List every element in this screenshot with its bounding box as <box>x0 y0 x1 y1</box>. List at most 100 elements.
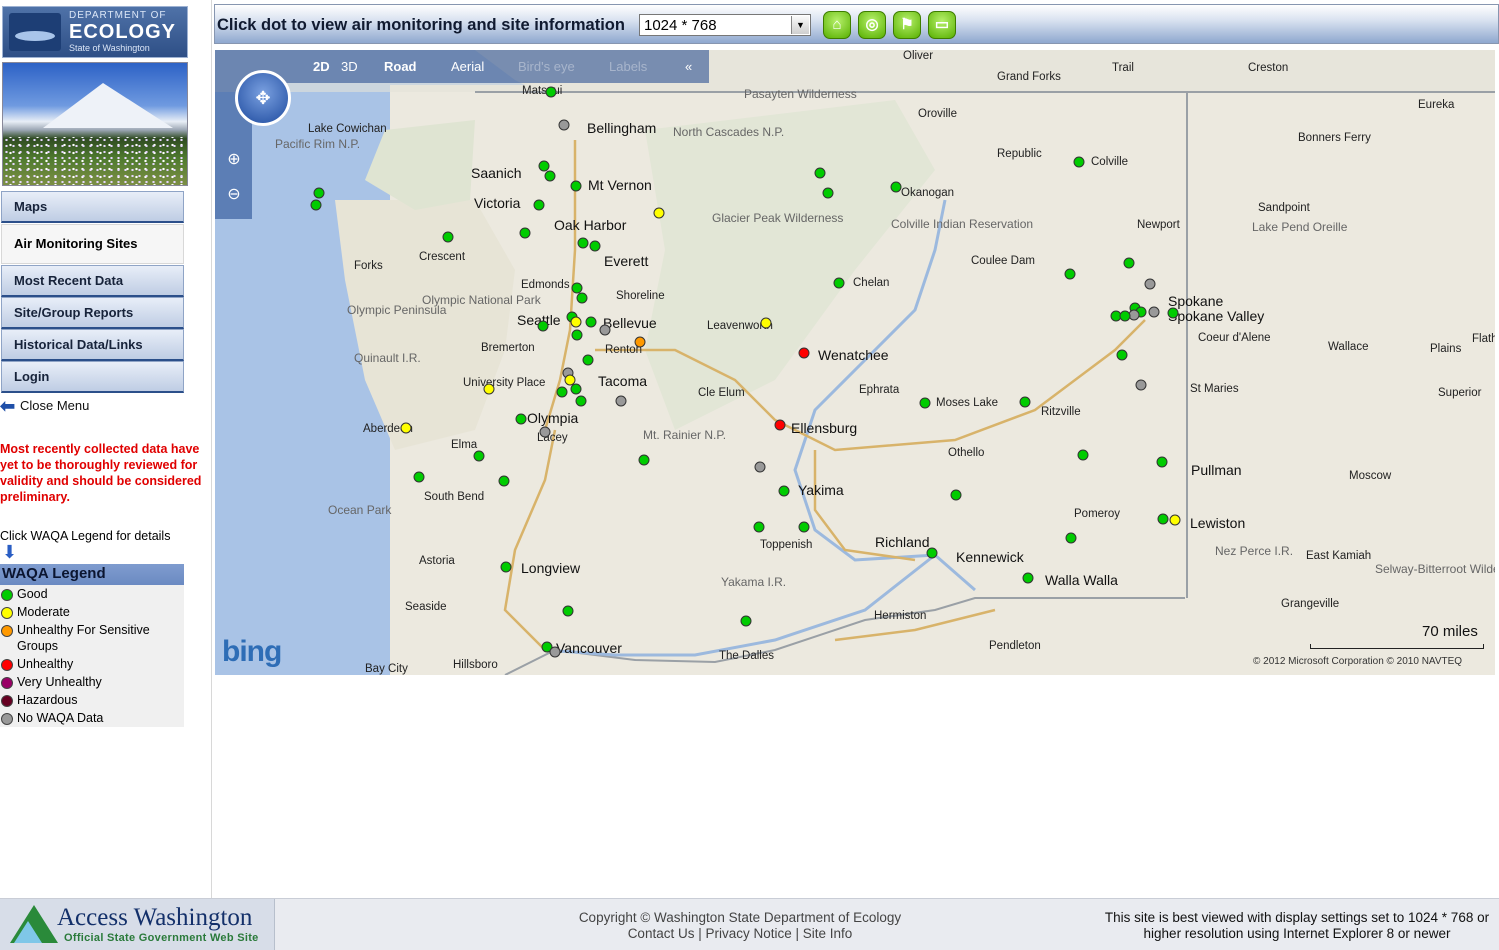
menu-item-air-monitoring-sites[interactable]: Air Monitoring Sites <box>1 224 184 264</box>
menu-item-login[interactable]: Login <box>1 361 184 393</box>
view-labels-button[interactable]: Labels <box>609 59 647 74</box>
monitoring-site-dot[interactable] <box>545 86 557 98</box>
monitoring-site-dot[interactable] <box>533 199 545 211</box>
monitoring-site-dot[interactable] <box>740 615 752 627</box>
collapse-nav-button[interactable]: « <box>685 59 692 74</box>
menu-item-most-recent-data[interactable]: Most Recent Data <box>1 265 184 297</box>
menu-item-site-group-reports[interactable]: Site/Group Reports <box>1 297 184 329</box>
access-washington-logo[interactable]: Access Washington Official State Governm… <box>0 899 275 950</box>
monitoring-site-dot[interactable] <box>890 181 902 193</box>
monitoring-site-dot[interactable] <box>473 450 485 462</box>
monitoring-site-dot[interactable] <box>950 489 962 501</box>
zoom-in-button[interactable]: ⊕ <box>224 150 244 170</box>
view-2d-button[interactable]: 2D <box>313 59 330 74</box>
monitoring-site-dot[interactable] <box>1167 307 1179 319</box>
menu-item-historical-data-links[interactable]: Historical Data/Links <box>1 329 184 361</box>
site-info-link[interactable]: Site Info <box>803 926 853 941</box>
monitoring-site-dot[interactable] <box>760 317 772 329</box>
monitoring-site-dot[interactable] <box>1156 456 1168 468</box>
monitoring-site-dot[interactable] <box>577 237 589 249</box>
monitoring-site-dot[interactable] <box>544 170 556 182</box>
map-city-label: Everett <box>604 253 649 269</box>
monitoring-site-dot[interactable] <box>754 461 766 473</box>
monitoring-site-dot[interactable] <box>310 199 322 211</box>
monitoring-site-dot[interactable] <box>1116 349 1128 361</box>
monitoring-site-dot[interactable] <box>638 454 650 466</box>
monitoring-site-dot[interactable] <box>570 180 582 192</box>
monitoring-site-dot[interactable] <box>537 320 549 332</box>
monitoring-site-dot[interactable] <box>570 316 582 328</box>
monitoring-site-dot[interactable] <box>575 395 587 407</box>
contact-us-link[interactable]: Contact Us <box>628 926 695 941</box>
view-3d-button[interactable]: 3D <box>341 59 358 74</box>
view-aerial-button[interactable]: Aerial <box>451 59 484 74</box>
flag-button[interactable]: ⚑ <box>893 11 921 39</box>
map-place-label: Lake Pend Oreille <box>1252 220 1348 234</box>
close-menu-button[interactable]: ⬅ Close Menu <box>0 396 89 417</box>
monitoring-site-dot[interactable] <box>1022 572 1034 584</box>
monitoring-site-dot[interactable] <box>558 119 570 131</box>
ecology-logo[interactable]: DEPARTMENT OF ECOLOGY State of Washingto… <box>2 6 188 58</box>
monitoring-site-dot[interactable] <box>615 395 627 407</box>
monitoring-site-dot[interactable] <box>774 419 786 431</box>
monitoring-site-dot[interactable] <box>798 347 810 359</box>
monitoring-site-dot[interactable] <box>519 227 531 239</box>
monitoring-site-dot[interactable] <box>653 207 665 219</box>
monitoring-site-dot[interactable] <box>1065 532 1077 544</box>
monitoring-site-dot[interactable] <box>919 397 931 409</box>
monitoring-site-dot[interactable] <box>589 240 601 252</box>
monitoring-site-dot[interactable] <box>1144 278 1156 290</box>
monitoring-site-dot[interactable] <box>833 277 845 289</box>
monitoring-site-dot[interactable] <box>599 324 611 336</box>
globe-button[interactable]: ◎ <box>858 11 886 39</box>
monitoring-site-dot[interactable] <box>400 422 412 434</box>
monitoring-site-dot[interactable] <box>313 187 325 199</box>
monitoring-site-dot[interactable] <box>1123 257 1135 269</box>
zoom-out-button[interactable]: ⊖ <box>224 185 244 205</box>
monitoring-site-dot[interactable] <box>498 475 510 487</box>
view-birds-eye-button[interactable]: Bird's eye <box>518 59 575 74</box>
map-place-label: Wallace <box>1328 341 1369 353</box>
monitoring-site-dot[interactable] <box>483 383 495 395</box>
monitoring-site-dot[interactable] <box>556 386 568 398</box>
monitoring-site-dot[interactable] <box>1064 268 1076 280</box>
privacy-notice-link[interactable]: Privacy Notice <box>705 926 791 941</box>
monitoring-site-dot[interactable] <box>822 187 834 199</box>
air-monitoring-map[interactable]: Bellingham Mt Vernon Saanich Victoria Oak Ha… <box>215 50 1495 675</box>
monitoring-site-dot[interactable] <box>515 413 527 425</box>
monitoring-site-dot[interactable] <box>585 316 597 328</box>
monitoring-site-dot[interactable] <box>582 354 594 366</box>
menu-item-maps[interactable]: Maps <box>1 191 184 223</box>
monitoring-site-dot[interactable] <box>413 471 425 483</box>
monitoring-site-dot[interactable] <box>570 383 582 395</box>
monitoring-site-dot[interactable] <box>798 521 810 533</box>
monitoring-site-dot[interactable] <box>549 646 561 658</box>
monitoring-site-dot[interactable] <box>442 231 454 243</box>
monitoring-site-dot[interactable] <box>539 426 551 438</box>
monitoring-site-dot[interactable] <box>1169 514 1181 526</box>
monitoring-site-dot[interactable] <box>1148 306 1160 318</box>
pan-control[interactable]: ✥ <box>235 70 291 126</box>
monitoring-site-dot[interactable] <box>576 292 588 304</box>
monitoring-site-dot[interactable] <box>1019 396 1031 408</box>
chevron-down-icon[interactable]: ▼ <box>791 16 809 34</box>
comment-icon: ▭ <box>934 16 950 33</box>
comment-button[interactable]: ▭ <box>928 11 956 39</box>
monitoring-site-dot[interactable] <box>634 336 646 348</box>
monitoring-site-dot[interactable] <box>1077 449 1089 461</box>
home-button[interactable]: ⌂ <box>823 11 851 39</box>
monitoring-site-dot[interactable] <box>814 167 826 179</box>
monitoring-site-dot[interactable] <box>1157 513 1169 525</box>
monitoring-site-dot[interactable] <box>1135 379 1147 391</box>
monitoring-site-dot[interactable] <box>926 547 938 559</box>
monitoring-site-dot[interactable] <box>562 605 574 617</box>
resolution-select[interactable]: 1024 * 768 ▼ <box>639 14 811 36</box>
monitoring-site-dot[interactable] <box>753 521 765 533</box>
monitoring-site-dot[interactable] <box>500 561 512 573</box>
monitoring-site-dot[interactable] <box>1119 310 1131 322</box>
monitoring-site-dot[interactable] <box>571 329 583 341</box>
monitoring-site-dot[interactable] <box>1073 156 1085 168</box>
monitoring-site-dot[interactable] <box>778 485 790 497</box>
legend-title[interactable]: WAQA Legend <box>0 564 184 585</box>
view-road-button[interactable]: Road <box>384 59 417 74</box>
